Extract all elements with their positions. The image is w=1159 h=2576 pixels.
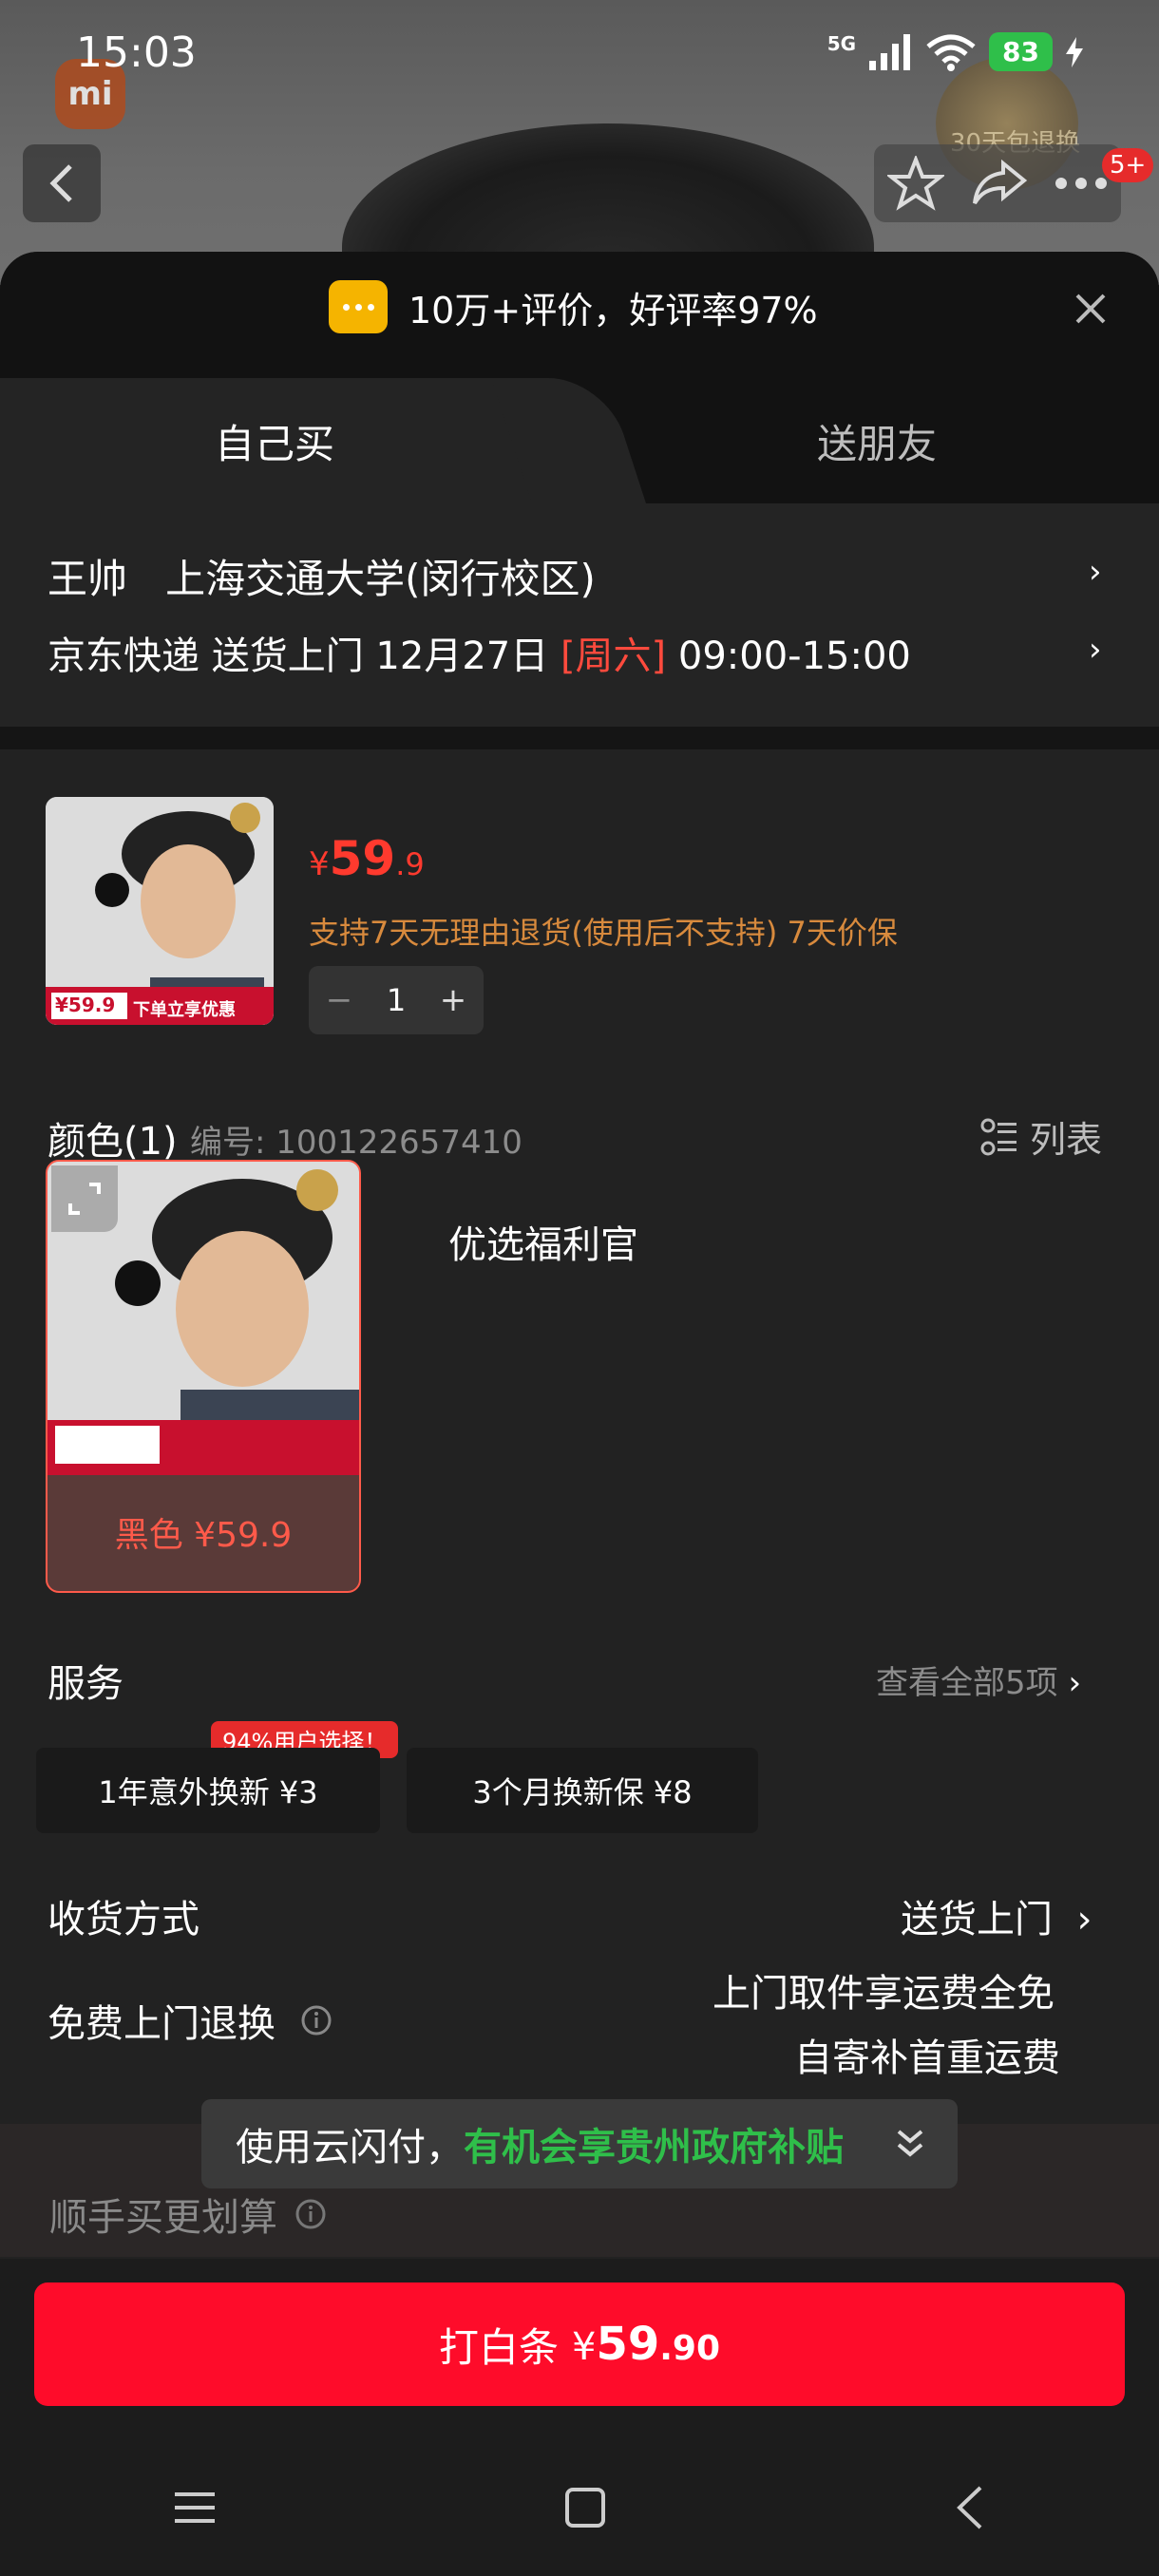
rating-bar: 10万+评价，好评率97% <box>0 252 1159 378</box>
list-icon <box>980 1118 1016 1155</box>
pay-currency: ¥ <box>571 2325 597 2369</box>
quantity-value[interactable]: 1 <box>387 982 406 1018</box>
back-button[interactable] <box>23 144 101 222</box>
chevron-right-icon: › <box>1089 631 1102 669</box>
info-icon[interactable] <box>294 2198 327 2230</box>
rating: 10万+评价，好评率97% <box>329 280 818 333</box>
share-icon[interactable] <box>971 160 1028 207</box>
chevron-left-icon <box>49 164 72 202</box>
rating-text: 10万+评价，好评率97% <box>408 289 818 331</box>
list-label: 列表 <box>1030 1119 1103 1161</box>
recipient-location: 上海交通大学(闵行校区) <box>165 556 596 602</box>
list-view-button[interactable]: 列表 <box>980 1110 1102 1163</box>
free-return-title: 免费上门退换 <box>48 2002 276 2046</box>
tab-gift-friend[interactable]: 送朋友 <box>817 412 937 470</box>
signal-icon <box>869 33 911 70</box>
quantity-stepper: − 1 + <box>309 966 484 1034</box>
tab-self-buy[interactable]: 自己买 <box>215 412 334 470</box>
thumb-price: ¥59.9 <box>55 994 116 1016</box>
featured-label: 优选福利官 <box>448 1223 638 1267</box>
return-self-send-info: 自寄补首重运费 <box>794 2036 1060 2080</box>
shipping-title: 收货方式 <box>48 1898 200 1941</box>
purchase-tabs: 自己买 送朋友 <box>0 378 1159 503</box>
increment-button[interactable]: + <box>440 981 467 1019</box>
currency-symbol: ¥ <box>309 845 330 883</box>
chat-bubble-icon <box>329 280 388 333</box>
product-price: ¥59.9 <box>309 831 425 886</box>
delivery-info: 京东快递 送货上门 12月27日 <box>48 635 549 678</box>
chevron-down-double-icon <box>897 2130 923 2157</box>
price-decimal: .9 <box>395 846 425 882</box>
status-icons: 5G 83 <box>827 32 1083 71</box>
free-return: 免费上门退换 <box>48 1993 332 2048</box>
product-code: 编号: 100122657410 <box>190 1124 522 1162</box>
product-thumbnail[interactable]: ¥59.9 下单立享优惠 <box>46 797 274 1025</box>
charging-icon <box>1066 36 1083 67</box>
delivery-time: 09:00-15:00 <box>677 635 911 678</box>
pay-button[interactable]: 打白条 ¥59.90 <box>34 2282 1125 2406</box>
pay-amount: ¥59.90 <box>572 2318 720 2371</box>
star-icon[interactable] <box>887 156 944 211</box>
wifi-icon <box>926 34 976 71</box>
shipping-method[interactable]: 送货上门 › <box>901 1888 1092 1943</box>
price-integer: 59 <box>329 831 396 886</box>
toast-prefix: 使用云闪付， <box>236 2126 464 2169</box>
color-option-label: 黑色 ¥59.9 <box>114 1516 293 1555</box>
services-title: 服务 <box>48 1662 124 1706</box>
status-bar: 15:03 5G 83 <box>0 0 1159 104</box>
status-time: 15:03 <box>76 28 197 77</box>
expand-icon[interactable] <box>51 1165 118 1232</box>
decrement-button[interactable]: − <box>326 981 353 1019</box>
address-line[interactable]: 王帅 上海交通大学(闵行校区) <box>48 547 596 605</box>
address-section[interactable]: 王帅 上海交通大学(闵行校区) › 京东快递 送货上门 12月27日 [周六] … <box>0 503 1159 727</box>
battery-indicator: 83 <box>989 32 1053 71</box>
view-all-services[interactable]: 查看全部5项 › <box>876 1657 1081 1703</box>
system-nav-bar <box>0 2460 1159 2555</box>
menu-icon[interactable] <box>173 2489 217 2527</box>
toast-highlight: 有机会享贵州政府补贴 <box>464 2126 844 2169</box>
network-label: 5G <box>826 32 857 55</box>
cart-count-badge: 5+ <box>1102 148 1154 182</box>
view-all-label: 查看全部5项 <box>876 1664 1058 1702</box>
chevron-right-icon: › <box>1076 1898 1092 1941</box>
more-icon[interactable] <box>1054 177 1108 190</box>
pay-decimal: .90 <box>659 2329 721 2368</box>
chevron-right-icon: › <box>1068 1664 1082 1702</box>
product-image <box>46 797 274 1025</box>
bundle-header: 顺手买更划算 <box>49 2187 327 2242</box>
info-icon[interactable] <box>300 2004 332 2036</box>
header-actions <box>874 144 1121 222</box>
color-option-black[interactable]: 黑色 ¥59.9 <box>46 1160 361 1593</box>
chevron-right-icon: › <box>1089 553 1102 591</box>
close-icon[interactable] <box>1072 290 1110 328</box>
service-3month-replace[interactable]: 3个月换新保 ¥8 <box>407 1748 758 1833</box>
color-title: 颜色(1) <box>48 1120 178 1164</box>
back-nav-icon[interactable] <box>954 2484 986 2531</box>
return-pickup-info: 上门取件享运费全免 <box>712 1972 1054 2016</box>
service-accident-replace[interactable]: 1年意外换新 ¥3 <box>36 1748 380 1833</box>
home-icon[interactable] <box>563 2486 607 2529</box>
delivery-day: [周六] <box>560 635 667 678</box>
color-option-image <box>48 1162 359 1475</box>
product-summary: ¥59.9 下单立享优惠 ¥59.9 支持7天无理由退货(使用后不支持) 7天价… <box>0 749 1159 1091</box>
thumb-banner: 下单立享优惠 <box>133 1000 236 1020</box>
pay-label: 打白条 <box>438 2323 559 2371</box>
delivery-line[interactable]: 京东快递 送货上门 12月27日 [周六] 09:00-15:00 <box>48 625 911 680</box>
bundle-title: 顺手买更划算 <box>49 2196 277 2240</box>
return-policy: 支持7天无理由退货(使用后不支持) 7天价保 <box>309 915 898 951</box>
shipping-value: 送货上门 <box>901 1898 1053 1941</box>
recipient-name: 王帅 <box>48 556 128 602</box>
section-divider <box>0 727 1159 749</box>
payment-promo-toast[interactable]: 使用云闪付， 有机会享贵州政府补贴 <box>201 2099 958 2188</box>
pay-integer: 59 <box>596 2318 660 2371</box>
